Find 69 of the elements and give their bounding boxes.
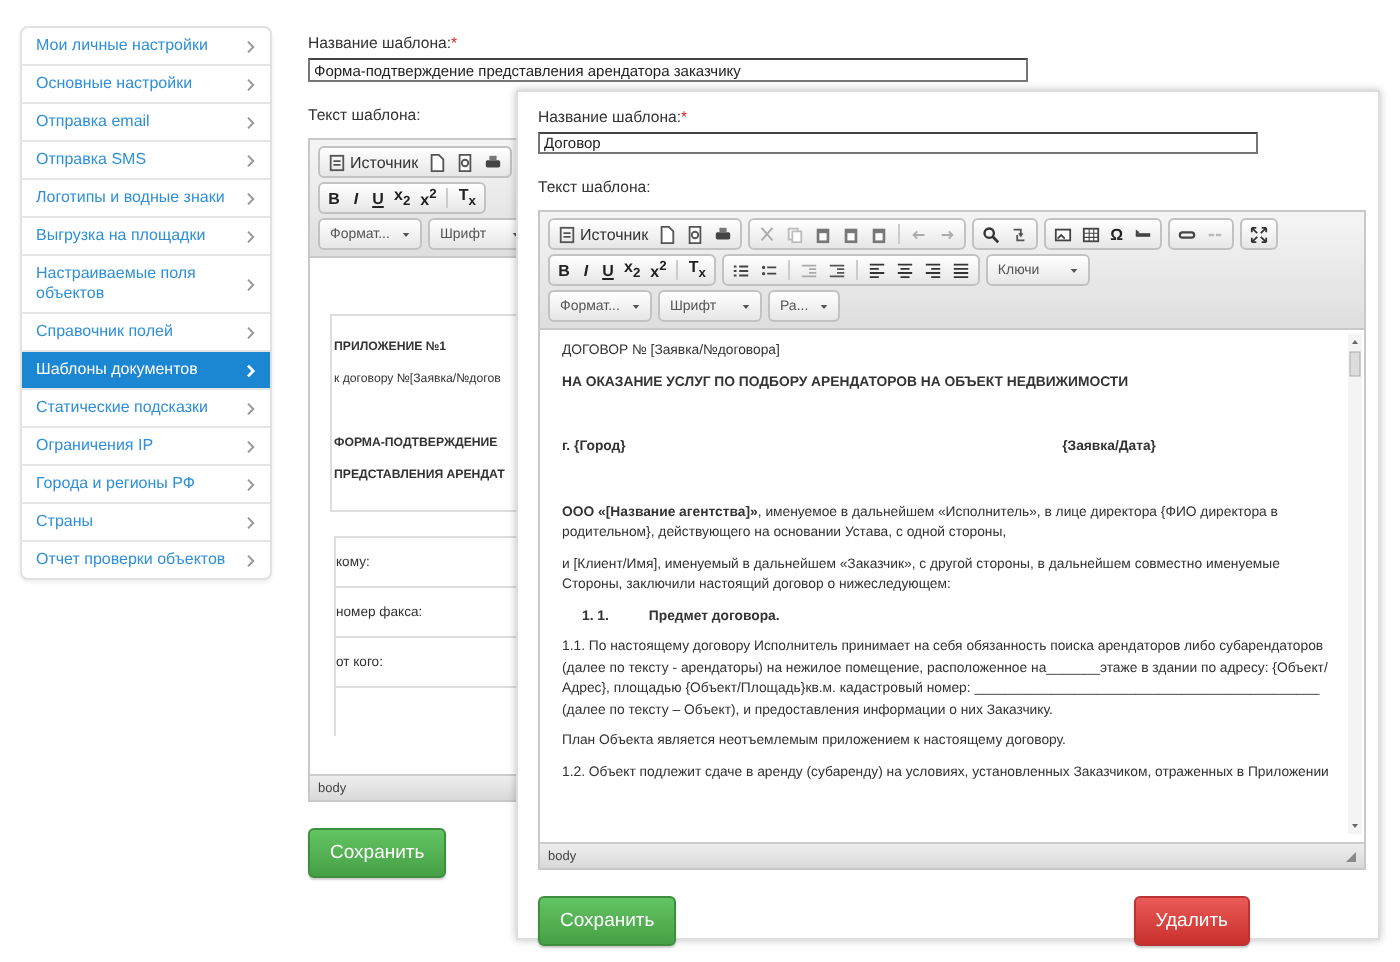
search-icon[interactable]: [982, 225, 1001, 243]
chevron-icon: [246, 229, 256, 243]
source-icon[interactable]: [558, 225, 576, 243]
align-center-icon[interactable]: [895, 261, 914, 279]
caret-icon: [632, 303, 640, 309]
bold-button[interactable]: B: [328, 189, 340, 207]
caret-icon: [402, 231, 410, 237]
chevron-icon: [246, 77, 256, 91]
chevron-icon: [246, 277, 256, 291]
menu-item[interactable]: Города и регионы РФ: [22, 466, 270, 504]
chevron-icon: [246, 553, 256, 567]
maximize-icon[interactable]: [1249, 225, 1268, 243]
chevron-icon: [246, 115, 256, 129]
italic-button[interactable]: I: [350, 189, 362, 207]
align-right-icon[interactable]: [923, 261, 942, 279]
preview-icon[interactable]: [456, 153, 475, 171]
menu-item[interactable]: Основные настройки: [22, 66, 270, 104]
menu-item[interactable]: Страны: [22, 504, 270, 542]
hline-icon[interactable]: [1133, 225, 1152, 243]
special-character-button[interactable]: Ω: [1110, 225, 1124, 243]
underline-button[interactable]: U: [372, 189, 384, 207]
menu-item[interactable]: Настраиваемые поля объектов: [22, 256, 270, 314]
subscript-button[interactable]: x$_{2}$: [394, 186, 411, 210]
caret-icon: [742, 303, 750, 309]
resize-handle-icon[interactable]: [1346, 851, 1356, 861]
replace-icon[interactable]: [1010, 225, 1029, 243]
remove-format-button[interactable]: T$_{x}$: [688, 258, 706, 282]
menu-item[interactable]: Отправка SMS: [22, 142, 270, 180]
chevron-icon: [246, 439, 256, 453]
scrollbar[interactable]: [1348, 334, 1362, 834]
subscript-button[interactable]: x$_{2}$: [624, 258, 641, 282]
align-left-icon[interactable]: [867, 261, 886, 279]
menu-item[interactable]: Отправка email: [22, 104, 270, 142]
numbered-list-icon[interactable]: [731, 261, 750, 279]
chevron-icon: [246, 515, 256, 529]
caret-icon: [1069, 267, 1078, 273]
menu-item[interactable]: Мои личные настройки: [22, 28, 270, 66]
print-icon[interactable]: [714, 225, 733, 243]
preview-icon[interactable]: [686, 225, 705, 243]
page-icon[interactable]: [658, 225, 677, 243]
delete-button[interactable]: Удалить: [1133, 896, 1250, 946]
source-icon[interactable]: [328, 153, 346, 171]
menu-item[interactable]: Отчет проверки объектов: [22, 542, 270, 578]
menu-item[interactable]: Ограничения IP: [22, 428, 270, 466]
chevron-icon: [246, 401, 256, 415]
italic-button[interactable]: I: [580, 261, 592, 279]
chevron-icon: [246, 363, 256, 377]
underline-button[interactable]: U: [602, 261, 614, 279]
chevron-icon: [246, 477, 256, 491]
bold-button[interactable]: B: [558, 261, 570, 279]
chevron-icon: [246, 153, 256, 167]
superscript-button[interactable]: x$^{2}$: [650, 259, 667, 281]
menu-item[interactable]: Шаблоны документов: [22, 352, 270, 390]
justify-icon[interactable]: [951, 261, 970, 279]
table-icon[interactable]: [1082, 225, 1101, 243]
indent-icon[interactable]: [827, 261, 846, 279]
chevron-icon: [246, 39, 256, 53]
menu-item[interactable]: Выгрузка на площадки: [22, 218, 270, 256]
image-icon[interactable]: [1054, 225, 1073, 243]
bullet-list-icon[interactable]: [759, 261, 778, 279]
remove-format-button[interactable]: T$_{x}$: [458, 186, 476, 210]
print-icon[interactable]: [484, 153, 503, 171]
superscript-button[interactable]: x$^{2}$: [420, 187, 437, 209]
chevron-icon: [246, 191, 256, 205]
menu-item[interactable]: Статические подсказки: [22, 390, 270, 428]
caret-icon: [820, 303, 829, 309]
link-icon[interactable]: [1177, 225, 1196, 243]
chevron-icon: [246, 325, 256, 339]
page-icon[interactable]: [428, 153, 447, 171]
